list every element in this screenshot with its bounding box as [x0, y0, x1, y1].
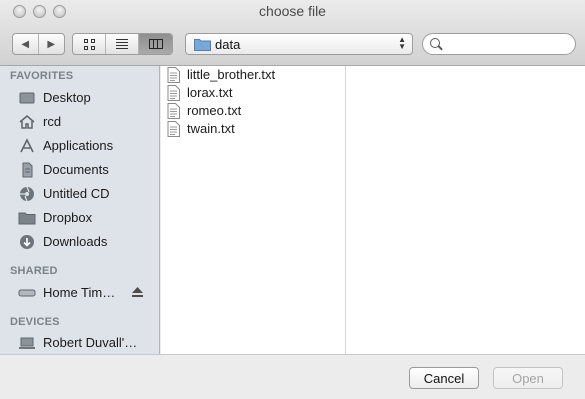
column-view-button[interactable]	[139, 34, 172, 54]
list-view-button[interactable]	[106, 34, 139, 54]
view-mode-control	[72, 33, 173, 55]
network-drive-icon	[18, 289, 36, 297]
sidebar-item-desktop[interactable]: Desktop	[0, 87, 159, 109]
forward-arrow-icon: ▶	[47, 38, 56, 50]
back-button[interactable]: ◀	[13, 34, 39, 54]
devices-header: DEVICES	[10, 316, 60, 328]
text-file-icon	[167, 121, 180, 137]
file-name: romeo.txt	[187, 103, 242, 118]
file-item[interactable]: little_brother.txt	[161, 66, 346, 84]
eject-icon[interactable]	[131, 286, 144, 298]
forward-button[interactable]: ▶	[39, 34, 64, 54]
sidebar: FAVORITES Desktop rcd Applications Docum…	[0, 66, 160, 354]
home-icon	[19, 115, 35, 129]
folder-icon	[194, 39, 211, 51]
sidebar-item-downloads[interactable]: Downloads	[0, 231, 159, 253]
folder-icon	[18, 212, 36, 225]
titlebar: choose file ◀ ▶ data ▲ ▼	[0, 0, 585, 66]
browser-column: little_brother.txt lorax.txt romeo.txt t…	[161, 66, 346, 354]
sidebar-item-untitled-cd[interactable]: Untitled CD	[0, 183, 159, 205]
applications-icon	[20, 138, 34, 153]
sidebar-item-home-tim[interactable]: Home Tim…	[0, 282, 159, 304]
sidebar-item-label: Downloads	[43, 234, 108, 249]
sidebar-item-documents[interactable]: Documents	[0, 159, 159, 181]
sidebar-item-label: Dropbox	[43, 210, 93, 225]
column-view-icon	[148, 39, 163, 49]
open-file-dialog: choose file ◀ ▶ data ▲ ▼ FAVORITES Deskt…	[0, 0, 585, 399]
sidebar-item-label: Documents	[43, 162, 109, 177]
file-browser: little_brother.txt lorax.txt romeo.txt t…	[161, 66, 585, 354]
search-input[interactable]	[445, 36, 569, 52]
computer-icon	[19, 337, 35, 349]
sidebar-item-applications[interactable]: Applications	[0, 135, 159, 157]
sidebar-item-label: Robert Duvall'…	[43, 335, 138, 350]
cd-icon	[20, 186, 34, 202]
downloads-icon	[20, 235, 34, 249]
file-name: twain.txt	[187, 121, 235, 136]
open-button[interactable]: Open	[493, 367, 563, 389]
icon-view-icon	[83, 38, 95, 50]
desktop-icon	[19, 92, 35, 104]
file-item[interactable]: romeo.txt	[161, 102, 346, 120]
text-file-icon	[167, 103, 180, 119]
file-item[interactable]: twain.txt	[161, 120, 346, 138]
popup-arrows-icon: ▲ ▼	[398, 35, 406, 51]
sidebar-item-label: Untitled CD	[43, 186, 110, 201]
icon-view-button[interactable]	[73, 34, 106, 54]
sidebar-item-label: Desktop	[43, 90, 91, 105]
dialog-button-bar: Cancel Open	[0, 354, 585, 399]
search-icon	[430, 38, 440, 48]
text-file-icon	[167, 85, 180, 101]
sidebar-item-rcd[interactable]: rcd	[0, 111, 159, 133]
sidebar-item-label: Home Tim…	[43, 285, 116, 300]
sidebar-item-label: rcd	[43, 114, 62, 129]
search-field[interactable]	[422, 33, 576, 55]
sidebar-item-robert-duvall[interactable]: Robert Duvall'…	[0, 332, 159, 354]
file-name: lorax.txt	[187, 85, 233, 100]
window-title: choose file	[259, 3, 326, 19]
location-label: data	[215, 37, 241, 52]
location-popup[interactable]: data ▲ ▼	[185, 33, 413, 55]
shared-header: SHARED	[10, 265, 58, 277]
back-arrow-icon: ◀	[21, 38, 30, 50]
back-forward-control: ◀ ▶	[12, 33, 65, 55]
text-file-icon	[167, 67, 180, 83]
file-item[interactable]: lorax.txt	[161, 84, 346, 102]
documents-icon	[22, 162, 33, 178]
sidebar-item-label: Applications	[43, 138, 114, 153]
cancel-button[interactable]: Cancel	[409, 367, 479, 389]
sidebar-item-dropbox[interactable]: Dropbox	[0, 207, 159, 229]
favorites-header: FAVORITES	[10, 70, 74, 82]
file-name: little_brother.txt	[187, 67, 276, 82]
list-view-icon	[116, 39, 128, 49]
